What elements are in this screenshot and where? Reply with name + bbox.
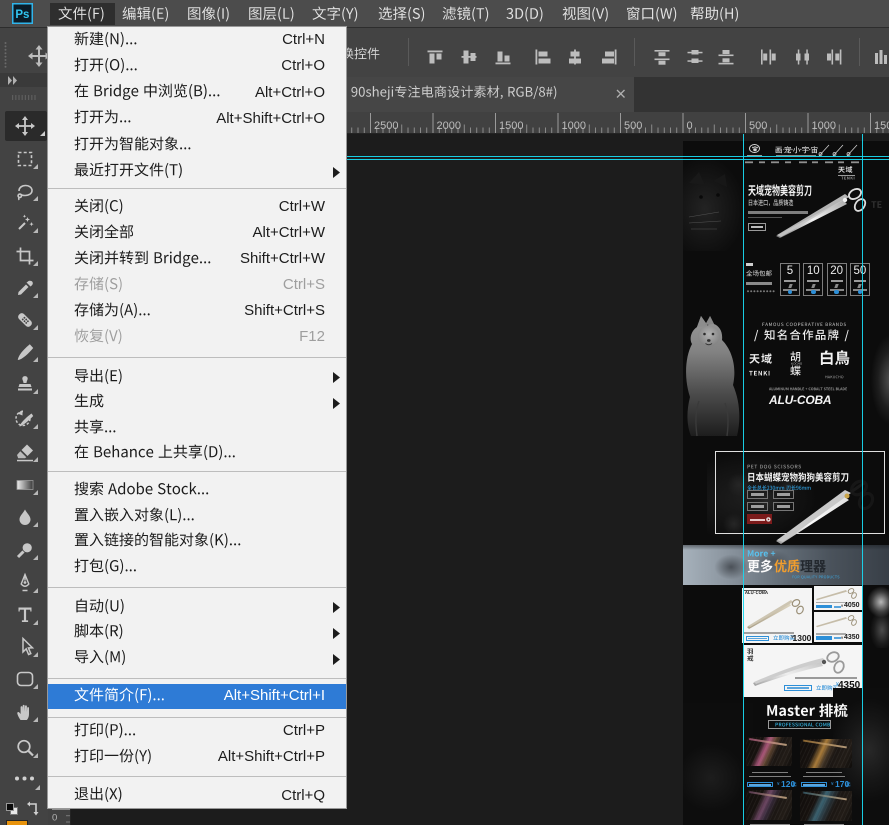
svg-text:500: 500 [749, 120, 767, 132]
svg-text:0: 0 [687, 120, 693, 132]
svg-text:1500: 1500 [499, 120, 523, 132]
svg-text:1000: 1000 [562, 120, 586, 132]
svg-text:0: 0 [52, 813, 57, 824]
svg-text:Ps: Ps [15, 9, 29, 21]
svg-text:1000: 1000 [812, 120, 836, 132]
svg-text:2000: 2000 [437, 120, 461, 132]
svg-text:2500: 2500 [374, 120, 398, 132]
svg-text:500: 500 [624, 120, 642, 132]
svg-text:1500: 1500 [874, 120, 889, 132]
